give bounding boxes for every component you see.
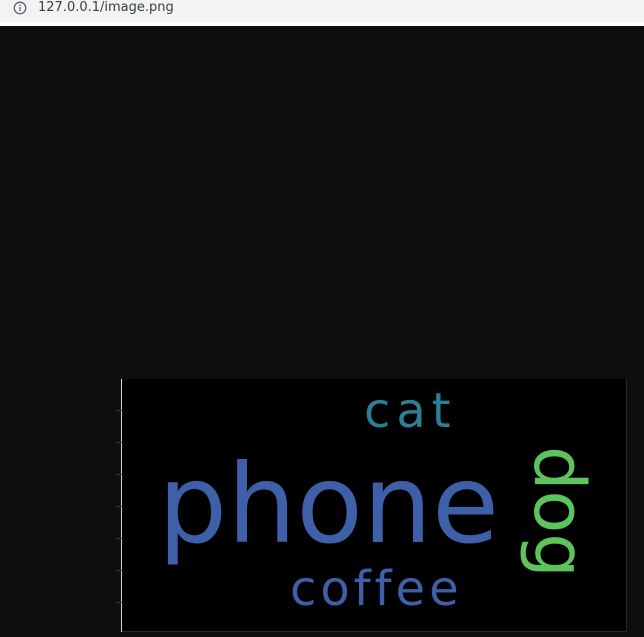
word-coffee: coffee [290,561,463,617]
info-icon[interactable] [13,1,27,15]
address-bar[interactable]: 127.0.0.1/image.png [0,0,644,26]
word-dog: dog [518,446,600,578]
wordcloud: cat phone coffee dog [158,383,600,617]
url-text[interactable]: 127.0.0.1/image.png [38,0,174,16]
word-cat: cat [364,383,457,439]
word-phone: phone [158,441,499,568]
